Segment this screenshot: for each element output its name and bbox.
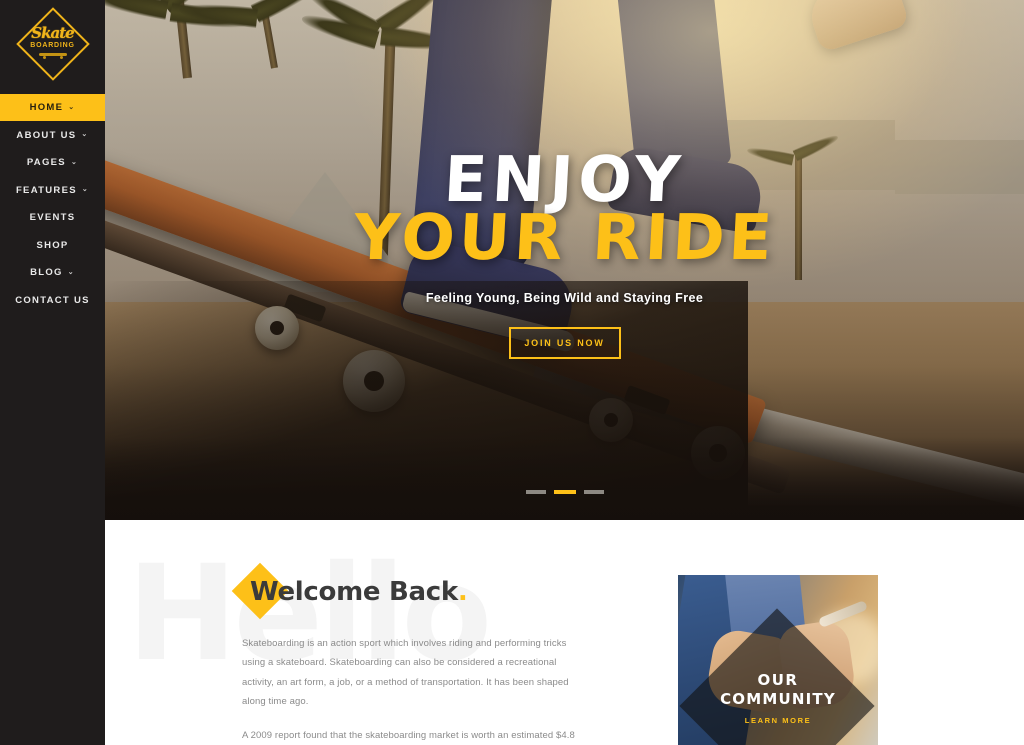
welcome-heading: Welcome Back. bbox=[231, 562, 587, 620]
chevron-down-icon: ⌄ bbox=[81, 186, 90, 193]
sidebar-item-label: SHOP bbox=[36, 239, 69, 251]
welcome-text-column: Welcome Back. Skateboarding is an action… bbox=[231, 562, 587, 745]
slider-dot-1[interactable] bbox=[525, 490, 546, 494]
learn-more-link[interactable]: LEARN MORE bbox=[678, 716, 878, 725]
hero-slider: ENJOY YOUR RIDE Feeling Young, Being Wil… bbox=[105, 0, 1024, 520]
nav-row: PAGES ⌄ bbox=[0, 149, 105, 177]
community-card[interactable]: OUR COMMUNITY LEARN MORE bbox=[678, 575, 878, 745]
slider-dot-2-active[interactable] bbox=[553, 490, 576, 494]
sidebar-item-events[interactable]: EVENTS bbox=[0, 204, 105, 231]
hero-content: ENJOY YOUR RIDE Feeling Young, Being Wil… bbox=[105, 0, 1024, 520]
sidebar-item-label: FEATURES bbox=[15, 184, 77, 196]
logo-diamond-mark: Skate BOARDING bbox=[15, 7, 90, 81]
site-logo[interactable]: Skate BOARDING bbox=[0, 0, 105, 88]
sidebar-item-label: ABOUT US bbox=[16, 129, 77, 141]
community-title-line2: COMMUNITY bbox=[720, 690, 836, 708]
logo-word-text: BOARDING bbox=[30, 42, 75, 49]
sidebar-item-label: BLOG bbox=[30, 267, 63, 278]
community-title-line1: OUR bbox=[757, 671, 799, 689]
join-us-now-button[interactable]: JOIN US NOW bbox=[508, 326, 621, 359]
welcome-heading-label: Welcome Back bbox=[250, 577, 458, 607]
nav-row: FEATURES ⌄ bbox=[0, 177, 105, 205]
sidebar-item-about-us[interactable]: ABOUT US ⌄ bbox=[0, 122, 105, 149]
chevron-down-icon: ⌄ bbox=[68, 103, 76, 111]
welcome-heading-accent: . bbox=[457, 577, 468, 607]
nav-row: CONTACT US bbox=[0, 287, 105, 315]
sidebar-item-features[interactable]: FEATURES ⌄ bbox=[0, 177, 105, 204]
main-navigation: HOME ⌄ ABOUT US ⌄ PAGES ⌄ FEATURES ⌄ EVE… bbox=[0, 94, 105, 314]
sidebar-item-blog[interactable]: BLOG ⌄ bbox=[0, 259, 105, 286]
sidebar-item-label: CONTACT US bbox=[15, 294, 90, 306]
nav-row: ABOUT US ⌄ bbox=[0, 122, 105, 150]
skateboard-wheel-icon bbox=[42, 56, 46, 59]
sidebar-item-pages[interactable]: PAGES ⌄ bbox=[0, 149, 105, 176]
slider-dot-3[interactable] bbox=[583, 490, 604, 494]
welcome-paragraph-1: Skateboarding is an action sport which i… bbox=[242, 638, 569, 708]
sidebar: Skate BOARDING HOME ⌄ ABOUT US ⌄ PAGES ⌄… bbox=[0, 0, 105, 745]
sidebar-item-home[interactable]: HOME ⌄ bbox=[0, 94, 105, 121]
sidebar-item-label: PAGES bbox=[26, 157, 66, 168]
chevron-down-icon: ⌄ bbox=[70, 158, 79, 166]
slider-pagination bbox=[105, 490, 1024, 494]
sidebar-item-contact-us[interactable]: CONTACT US bbox=[0, 287, 105, 314]
community-card-text: OUR COMMUNITY LEARN MORE bbox=[678, 671, 878, 725]
sidebar-item-shop[interactable]: SHOP bbox=[0, 232, 105, 259]
logo-script-text: Skate bbox=[31, 24, 74, 42]
chevron-down-icon: ⌄ bbox=[67, 268, 75, 276]
page-root: Skate BOARDING HOME ⌄ ABOUT US ⌄ PAGES ⌄… bbox=[0, 0, 1024, 745]
sidebar-item-label: EVENTS bbox=[29, 212, 76, 223]
sidebar-item-label: HOME bbox=[29, 102, 64, 113]
hero-subtitle: Feeling Young, Being Wild and Staying Fr… bbox=[425, 290, 704, 305]
nav-row: SHOP bbox=[0, 232, 105, 260]
skateboard-wheel-icon bbox=[59, 56, 63, 59]
hero-headline-line2: YOUR RIDE bbox=[351, 200, 778, 274]
nav-row: BLOG ⌄ bbox=[0, 259, 105, 287]
nav-row: HOME ⌄ bbox=[0, 94, 105, 122]
chevron-down-icon: ⌄ bbox=[81, 131, 89, 138]
welcome-heading-text: Welcome Back. bbox=[242, 572, 587, 612]
welcome-paragraph-2: A 2009 report found that the skateboardi… bbox=[242, 729, 575, 741]
nav-row: EVENTS bbox=[0, 204, 105, 232]
welcome-section: Hello Welcome Back. Skateboarding is an … bbox=[105, 520, 1024, 745]
